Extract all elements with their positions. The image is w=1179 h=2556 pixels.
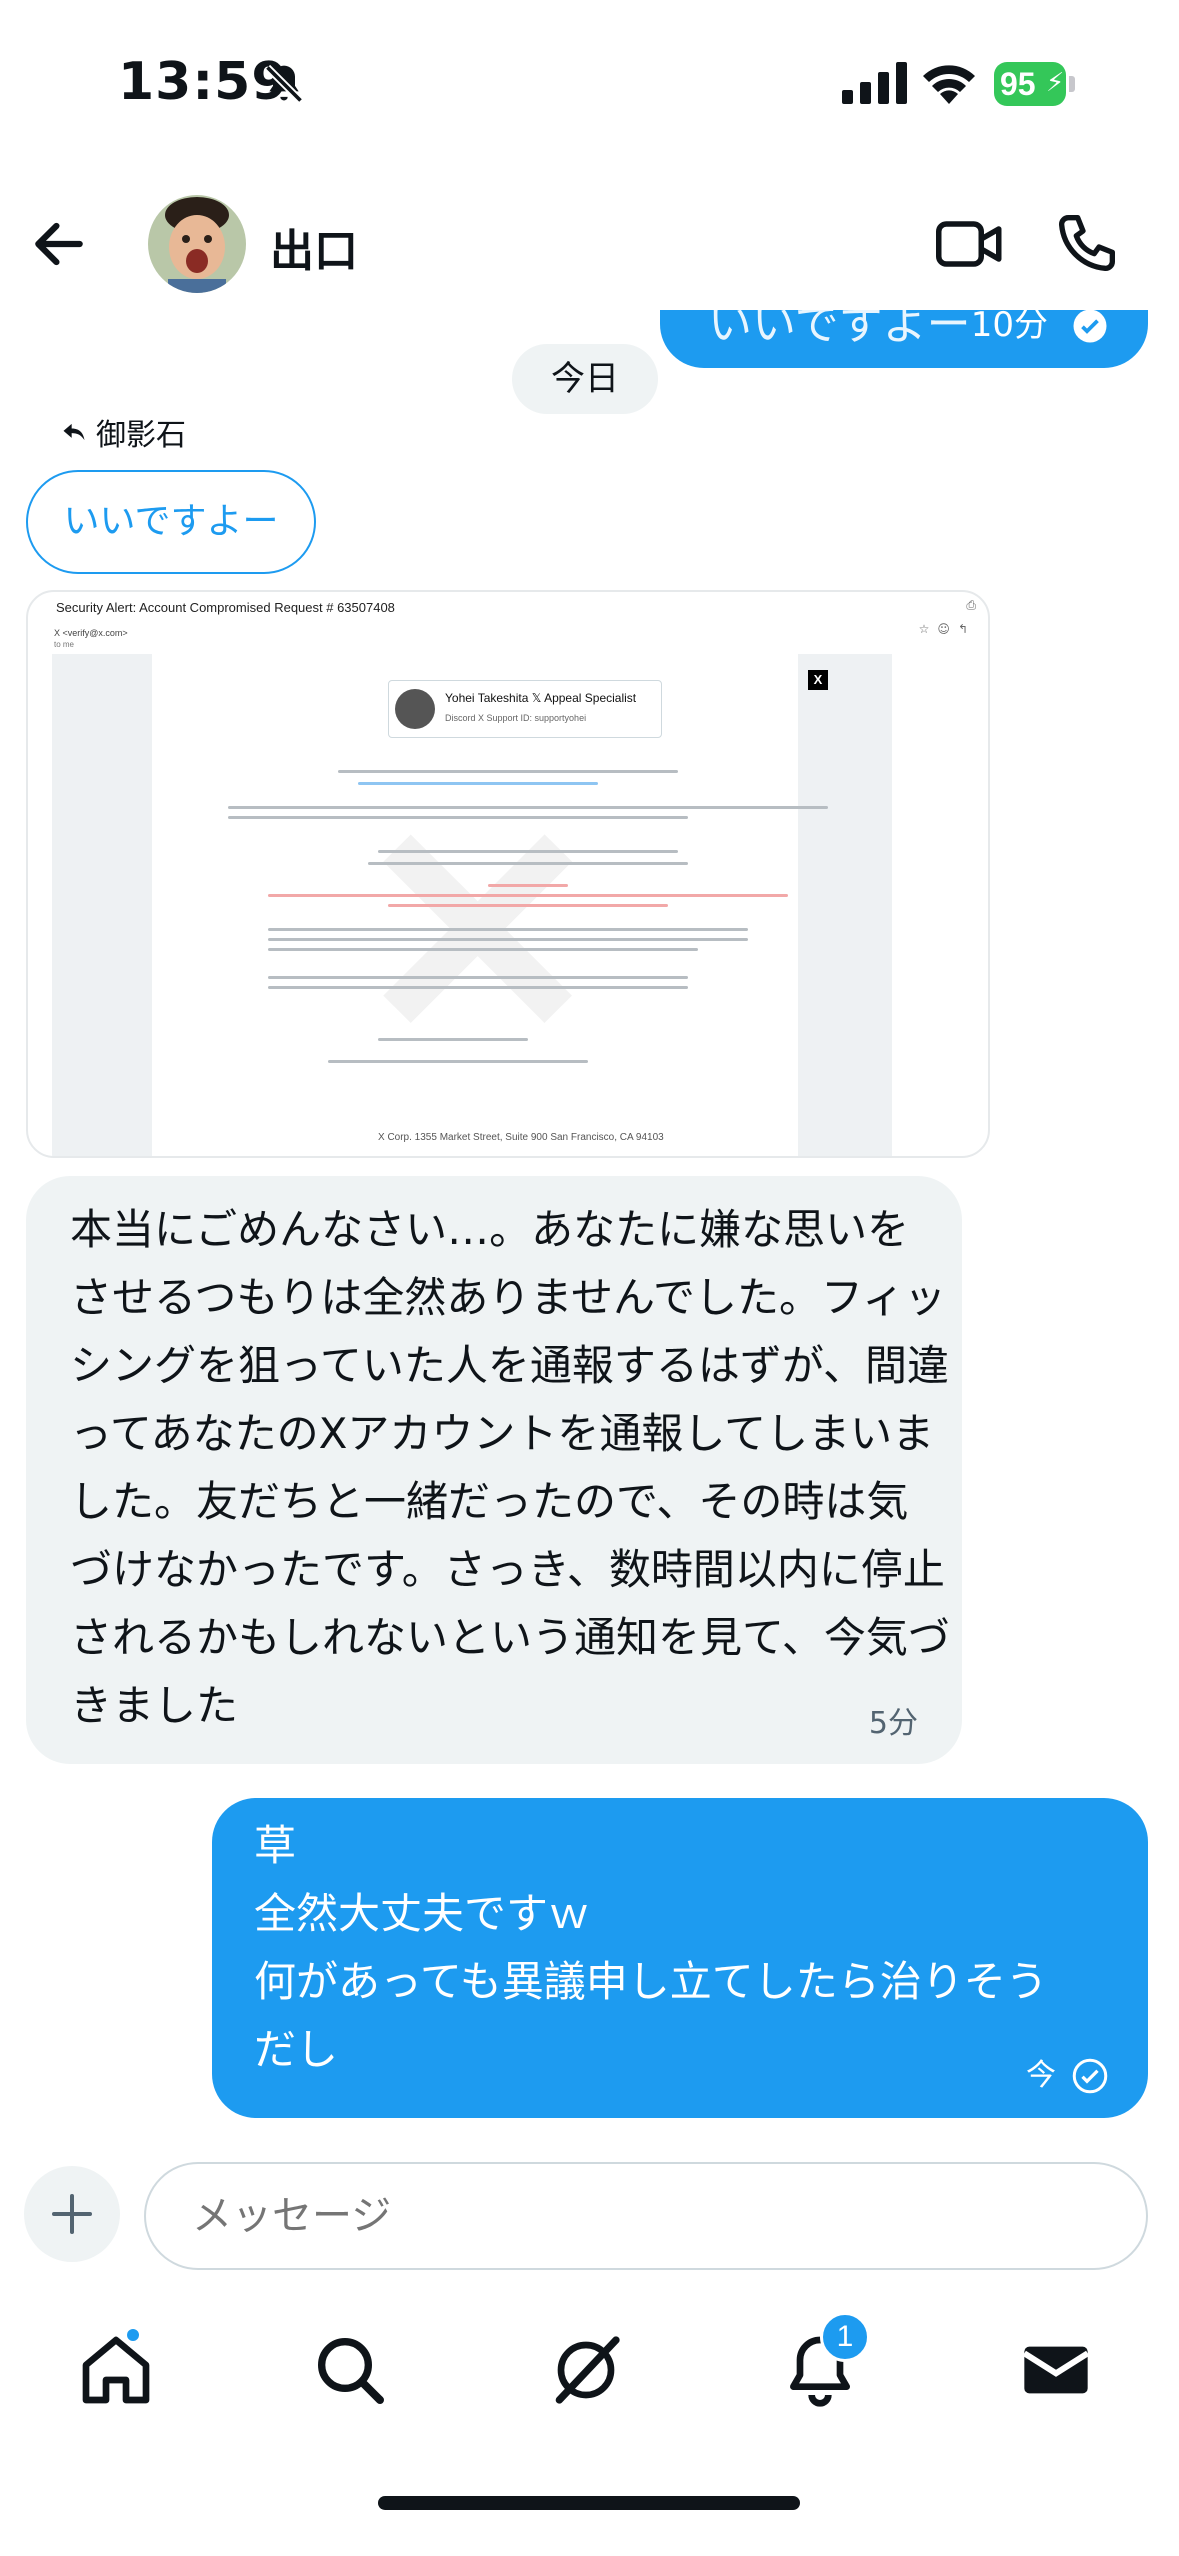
- outgoing-message-time: 今: [1026, 2058, 1056, 2093]
- conversation-header: 出口: [0, 175, 1179, 310]
- sent-check-icon: [1072, 2058, 1108, 2094]
- attachment-email-subject: Security Alert: Account Compromised Requ…: [56, 600, 395, 615]
- grok-icon: [555, 2336, 620, 2404]
- add-attachment-button[interactable]: [24, 2166, 120, 2262]
- home-unread-dot: [124, 2326, 142, 2344]
- specialist-badge: Yohei Takeshita 𝕏 Appeal Specialist Disc…: [388, 680, 662, 738]
- reply-to-name: 御影石: [96, 418, 186, 453]
- message-input[interactable]: [144, 2162, 1148, 2270]
- battery-level: 95: [1000, 66, 1036, 102]
- email-controls-icons: ☆☺↰: [918, 622, 976, 636]
- incoming-message-bubble[interactable]: 本当にごめんなさい…。あなたに嫌な思いをさせるつもりは全然ありませんでした。フィ…: [26, 1176, 962, 1764]
- attachment-footer: X Corp. 1355 Market Street, Suite 900 Sa…: [378, 1132, 664, 1143]
- plus-icon: [52, 2194, 92, 2234]
- date-divider: 今日: [512, 344, 658, 414]
- specialist-id: Discord X Support ID: supportyohei: [445, 713, 587, 723]
- status-bar: 13:59 95 ⚡: [0, 0, 1179, 170]
- wifi-icon: [923, 65, 975, 104]
- tab-grok[interactable]: [546, 2330, 626, 2410]
- incoming-message-text: 本当にごめんなさい…。あなたに嫌な思いをさせるつもりは全然ありませんでした。フィ…: [70, 1205, 950, 1730]
- tab-search[interactable]: [310, 2330, 390, 2410]
- avatar[interactable]: [148, 195, 246, 293]
- phone-call-icon[interactable]: [1055, 211, 1119, 275]
- home-indicator: [378, 2496, 800, 2510]
- search-icon: [318, 2338, 384, 2404]
- image-attachment[interactable]: Security Alert: Account Compromised Requ…: [26, 590, 990, 1158]
- attachment-email-to: to me: [54, 640, 75, 649]
- reply-reference[interactable]: 御影石: [60, 410, 186, 454]
- contact-name[interactable]: 出口: [270, 215, 358, 279]
- outgoing-message-line: だし: [254, 2025, 339, 2074]
- incoming-message-time: 5分: [868, 1706, 918, 1741]
- outgoing-message-line: 全然大丈夫ですｗ: [254, 1889, 591, 1938]
- back-arrow-icon[interactable]: [28, 213, 90, 275]
- quoted-message[interactable]: いいですよー: [26, 470, 316, 574]
- bell-off-icon: [264, 64, 304, 104]
- outgoing-message-line: 草: [254, 1821, 297, 1870]
- tab-home[interactable]: [76, 2326, 156, 2410]
- home-icon: [82, 2336, 150, 2404]
- attachment-email-from: X <verify@x.com>: [54, 628, 128, 638]
- x-logo-icon: X: [808, 670, 828, 690]
- tab-messages[interactable]: [1016, 2330, 1096, 2410]
- envelope-icon: [1022, 2346, 1090, 2394]
- outgoing-message-bubble[interactable]: 草 全然大丈夫ですｗ 何があっても異議申し立てしたら治りそう だし 今: [212, 1798, 1148, 2118]
- print-icon: ⎙: [966, 598, 976, 612]
- video-call-icon[interactable]: [935, 213, 1005, 275]
- charging-bolt-icon: ⚡: [1046, 68, 1065, 98]
- tab-notifications[interactable]: 1: [780, 2312, 870, 2410]
- specialist-name: Yohei Takeshita 𝕏 Appeal Specialist: [445, 691, 637, 705]
- bottom-tab-bar: 1: [0, 2300, 1179, 2450]
- battery-indicator: 95 ⚡: [994, 62, 1076, 106]
- specialist-avatar: [395, 689, 435, 729]
- notifications-badge: 1: [820, 2312, 870, 2362]
- reply-arrow-icon: [63, 423, 85, 441]
- cellular-signal-icon: [842, 62, 907, 104]
- read-check-icon: [1073, 309, 1107, 343]
- outgoing-message-line: 何があっても異議申し立てしたら治りそう: [254, 1957, 1048, 2006]
